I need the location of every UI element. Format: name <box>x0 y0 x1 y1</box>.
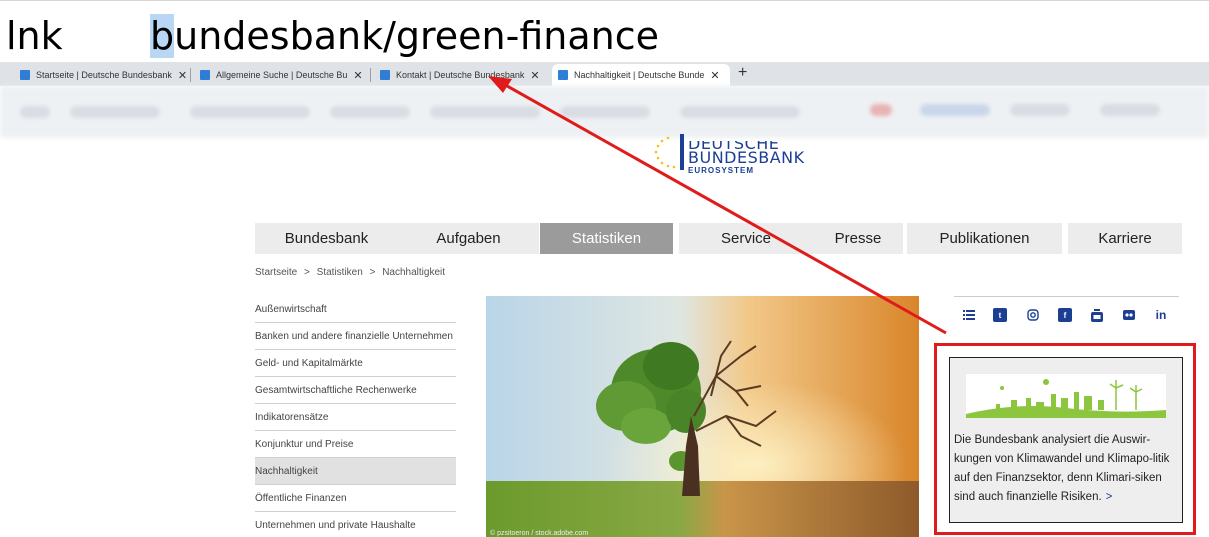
side-item-oeffentliche-finanzen[interactable]: Öffentliche Finanzen <box>255 485 456 512</box>
green-city-illustration <box>966 374 1166 418</box>
breadcrumb-separator: > <box>304 267 310 278</box>
annotation-url-highlight: b <box>150 14 175 58</box>
window-top-border <box>0 0 1209 1</box>
browser-tab-active[interactable]: Nachhaltigkeit | Deutsche Bunde ✕ <box>552 64 730 86</box>
tab-separator <box>190 68 191 82</box>
nav-aufgaben[interactable]: Aufgaben <box>398 223 539 254</box>
tree-climate-image <box>486 296 919 537</box>
tab-separator <box>370 68 371 82</box>
bundesbank-logo[interactable]: DEUTSCHE BUNDESBANK EUROSYSTEM <box>650 128 810 178</box>
new-tab-button[interactable]: + <box>738 64 747 82</box>
close-icon[interactable]: ✕ <box>178 69 187 82</box>
side-item-geld-kapitalmaerkte[interactable]: Geld- und Kapitalmärkte <box>255 350 456 377</box>
image-credit: © pzsitoeron / stock.adobe.com <box>490 530 589 537</box>
close-icon[interactable]: ✕ <box>530 69 539 82</box>
side-item-unternehmen-haushalte[interactable]: Unternehmen und private Haushalte <box>255 512 456 537</box>
side-item-nachhaltigkeit[interactable]: Nachhaltigkeit <box>255 458 456 485</box>
teaser-description: Die Bundesbank analysiert die Auswir-kun… <box>954 434 1170 503</box>
side-item-banken[interactable]: Banken und andere finanzielle Unternehme… <box>255 323 456 350</box>
breadcrumb-item[interactable]: Statistiken <box>317 267 363 278</box>
breadcrumb-separator: > <box>369 267 376 278</box>
list-icon[interactable] <box>962 308 976 322</box>
social-links: t f in <box>960 308 1175 328</box>
breadcrumb-item[interactable]: Startseite <box>255 267 297 278</box>
browser-tab[interactable]: Kontakt | Deutsche Bundesbank ✕ <box>374 64 544 86</box>
green-finance-teaser[interactable]: Die Bundesbank analysiert die Auswir-kun… <box>949 357 1183 523</box>
breadcrumb: Startseite > Statistiken > Nachhaltigkei… <box>255 267 449 278</box>
tab-label: Startseite | Deutsche Bundesbank <box>36 70 172 80</box>
flickr-icon[interactable] <box>1122 308 1136 322</box>
favicon-icon <box>380 70 390 80</box>
annotation-header: lnk bundesbank/green-finance <box>0 8 1209 58</box>
tab-label: Nachhaltigkeit | Deutsche Bunde <box>574 70 705 80</box>
breadcrumb-item-current: Nachhaltigkeit <box>382 267 446 278</box>
eu-stars-icon <box>654 136 676 169</box>
browser-toolbar-blurred <box>0 86 1209 138</box>
nav-statistiken[interactable]: Statistiken <box>540 223 673 254</box>
nav-bundesbank[interactable]: Bundesbank <box>255 223 398 254</box>
close-icon[interactable]: ✕ <box>710 69 719 82</box>
annotation-url-rest: undesbank/green-finance <box>174 14 660 58</box>
tab-label: Allgemeine Suche | Deutsche Bu <box>216 70 348 80</box>
facebook-icon[interactable]: f <box>1058 308 1072 322</box>
logo-bar <box>680 134 684 170</box>
linkedin-icon[interactable]: in <box>1154 308 1168 322</box>
browser-tabstrip: Startseite | Deutsche Bundesbank ✕ Allge… <box>0 62 1209 86</box>
annotation-url: bundesbank/green-finance <box>150 14 659 58</box>
side-item-aussenwirtschaft[interactable]: Außenwirtschaft <box>255 296 456 323</box>
nav-service[interactable]: Service <box>679 223 813 254</box>
favicon-icon <box>558 70 568 80</box>
favicon-icon <box>20 70 30 80</box>
side-item-rechenwerke[interactable]: Gesamtwirtschaftliche Rechenwerke <box>255 377 456 404</box>
instagram-icon[interactable] <box>1026 308 1040 322</box>
youtube-icon[interactable] <box>1090 308 1104 322</box>
nav-karriere[interactable]: Karriere <box>1068 223 1182 254</box>
side-menu: Außenwirtschaft Banken und andere finanz… <box>255 296 456 537</box>
browser-tab[interactable]: Startseite | Deutsche Bundesbank ✕ <box>14 64 187 86</box>
twitter-icon[interactable]: t <box>993 308 1007 322</box>
browser-tab[interactable]: Allgemeine Suche | Deutsche Bu ✕ <box>194 64 366 86</box>
chevron-right-icon[interactable]: > <box>1106 491 1113 503</box>
hero-image-tree: © pzsitoeron / stock.adobe.com <box>486 296 919 537</box>
side-item-indikatorensaetze[interactable]: Indikatorensätze <box>255 404 456 431</box>
nav-publikationen[interactable]: Publikationen <box>907 223 1062 254</box>
annotation-prefix: lnk <box>6 14 63 58</box>
social-divider <box>954 296 1179 297</box>
teaser-text: Die Bundesbank analysiert die Auswir-kun… <box>954 431 1180 507</box>
logo-line2: BUNDESBANK <box>688 148 805 167</box>
favicon-icon <box>200 70 210 80</box>
side-item-konjunktur[interactable]: Konjunktur und Preise <box>255 431 456 458</box>
tab-label: Kontakt | Deutsche Bundesbank <box>396 70 525 80</box>
logo-line3: EUROSYSTEM <box>688 166 755 175</box>
close-icon[interactable]: ✕ <box>353 69 362 82</box>
nav-presse[interactable]: Presse <box>813 223 903 254</box>
